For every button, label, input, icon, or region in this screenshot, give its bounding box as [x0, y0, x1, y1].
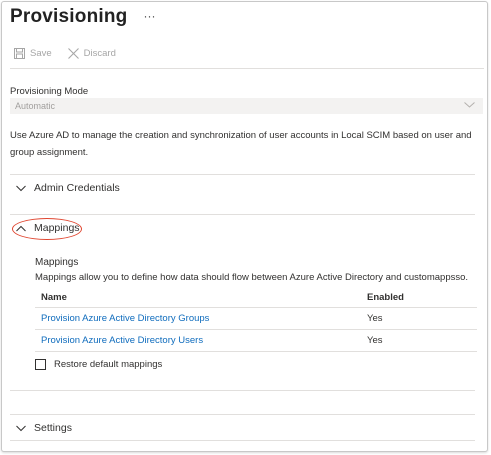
divider	[10, 440, 475, 441]
page-title: Provisioning	[10, 6, 128, 27]
provisioning-mode-value: Automatic	[15, 101, 56, 111]
mapping-enabled-value: Yes	[367, 335, 383, 346]
close-icon	[67, 48, 79, 59]
provisioning-description: Use Azure AD to manage the creation and …	[10, 130, 472, 158]
divider	[10, 414, 475, 415]
chevron-down-icon	[16, 185, 26, 191]
restore-label: Restore default mappings	[54, 359, 163, 370]
chevron-down-icon	[16, 425, 26, 431]
admin-credentials-label: Admin Credentials	[34, 182, 120, 194]
more-options-icon[interactable]: ···	[143, 9, 155, 23]
toolbar-divider	[10, 68, 484, 69]
divider	[10, 174, 475, 175]
mapping-enabled-value: Yes	[367, 313, 383, 324]
table-row: Provision Azure Active Directory Groups …	[35, 308, 477, 330]
provisioning-mode-label: Provisioning Mode	[10, 86, 89, 97]
mappings-expander[interactable]: Mappings	[16, 222, 80, 234]
chevron-up-icon	[16, 225, 26, 231]
restore-default-mappings[interactable]: Restore default mappings	[35, 359, 162, 370]
mappings-table: Name Enabled Provision Azure Active Dire…	[35, 287, 477, 352]
discard-label: Discard	[83, 48, 116, 59]
table-row: Provision Azure Active Directory Users Y…	[35, 330, 477, 352]
mappings-subtitle: Mappings	[35, 257, 79, 268]
save-label: Save	[30, 48, 52, 59]
page-header: Provisioning ···	[10, 6, 155, 28]
divider	[10, 390, 475, 391]
chevron-down-icon	[464, 102, 475, 108]
column-header-enabled: Enabled	[367, 291, 404, 303]
settings-label: Settings	[34, 422, 72, 434]
discard-button[interactable]: Discard	[67, 48, 116, 59]
admin-credentials-expander[interactable]: Admin Credentials	[16, 182, 120, 194]
settings-expander[interactable]: Settings	[16, 422, 72, 434]
mappings-description: Mappings allow you to define how data sh…	[35, 272, 469, 283]
restore-checkbox[interactable]	[35, 359, 46, 370]
provisioning-panel: Provisioning ··· Save Discard Provisioni…	[1, 1, 488, 452]
provisioning-mode-dropdown[interactable]: Automatic	[10, 98, 483, 114]
mapping-link-groups[interactable]: Provision Azure Active Directory Groups	[41, 313, 209, 324]
table-header: Name Enabled	[35, 287, 477, 308]
mappings-label: Mappings	[34, 222, 80, 234]
column-header-name: Name	[41, 291, 67, 303]
command-bar: Save Discard	[14, 48, 116, 59]
divider	[10, 214, 475, 215]
mapping-link-users[interactable]: Provision Azure Active Directory Users	[41, 335, 203, 346]
save-icon	[14, 48, 25, 59]
save-button[interactable]: Save	[14, 48, 52, 59]
